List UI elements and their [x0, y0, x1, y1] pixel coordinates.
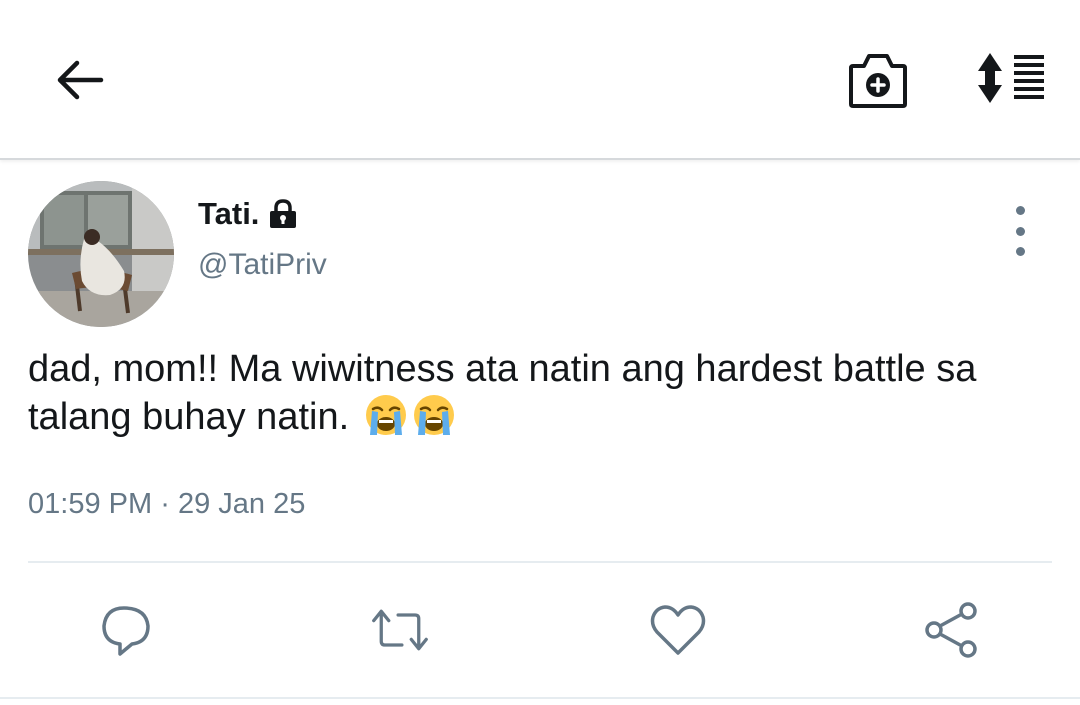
display-name-text: Tati. [198, 196, 260, 231]
reply-button[interactable] [96, 600, 156, 660]
share-button[interactable] [922, 600, 982, 660]
dot [1015, 226, 1025, 236]
heart-icon [650, 605, 706, 655]
retweet-button[interactable] [370, 600, 430, 660]
dot [1015, 206, 1025, 215]
sort-list-icon [978, 53, 1044, 103]
tweet-timestamp: 01:59 PM · 29 Jan 25 [28, 488, 305, 521]
more-options-button[interactable] [1000, 206, 1040, 256]
tweet-date: 29 Jan 25 [177, 488, 306, 520]
avatar-image [28, 181, 174, 327]
dot [1015, 247, 1025, 256]
share-icon [925, 602, 977, 658]
like-button[interactable] [648, 600, 708, 660]
meta-separator: · [160, 488, 170, 520]
display-name[interactable]: Tati. [198, 196, 297, 232]
sort-button[interactable] [972, 46, 1052, 110]
tweet-text-body: dad, mom!! Ma wiwitness ata natin ang ha… [28, 348, 977, 438]
loudly-crying-face-icon [412, 393, 456, 449]
camera-plus-icon [849, 54, 907, 108]
bottom-divider [0, 697, 1080, 699]
divider [28, 561, 1052, 563]
user-handle[interactable]: @TatiPriv [198, 248, 327, 282]
lock-icon [269, 199, 297, 229]
arrow-left-icon [57, 60, 104, 100]
avatar[interactable] [28, 181, 174, 327]
back-button[interactable] [48, 48, 112, 112]
tweet-text: dad, mom!! Ma wiwitness ata natin ang ha… [28, 346, 1058, 449]
retweet-icon [372, 609, 428, 651]
camera-button[interactable] [842, 46, 914, 112]
app-toolbar [0, 0, 1080, 160]
reply-icon [102, 606, 150, 656]
loudly-crying-face-icon [364, 393, 408, 449]
tweet-time: 01:59 PM [28, 488, 153, 520]
